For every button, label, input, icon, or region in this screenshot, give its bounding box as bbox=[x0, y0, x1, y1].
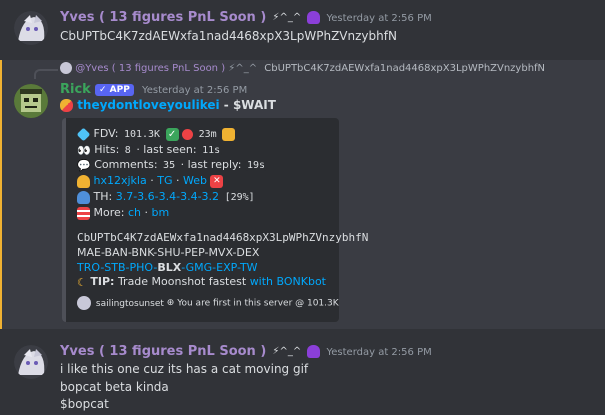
avatar-yves[interactable] bbox=[14, 11, 48, 45]
author-name[interactable]: Yves ( 13 figures PnL Soon ) bbox=[60, 10, 266, 25]
headline-separator: - bbox=[219, 98, 233, 112]
platform-links-2[interactable]: TRO-STB-PHO-BLX-GMG-EXP-TW bbox=[77, 261, 258, 274]
barrier-icon bbox=[77, 206, 90, 220]
platform-links-2c[interactable]: -GMG-EXP-TW bbox=[181, 261, 257, 274]
th-row: TH: 3.7-3.6-3.4-3.4-3.2 [29%] bbox=[77, 190, 257, 204]
reply-content: CbUPTbC4K7zdAEWxfa1nad4468xpX3LpWPhZVnzy… bbox=[264, 63, 546, 74]
comments-row: 💬 Comments: 35 · last reply: 19s bbox=[77, 158, 267, 172]
hits-value: 8 bbox=[122, 145, 133, 156]
checkmark-icon: ✓ bbox=[165, 127, 179, 141]
reply-spine bbox=[34, 69, 58, 79]
hits-label: Hits: bbox=[94, 143, 120, 156]
alarm-clock-icon bbox=[182, 128, 194, 140]
th-percent: [29%] bbox=[222, 192, 257, 203]
timestamp[interactable]: Yesterday at 2:56 PM bbox=[326, 347, 431, 358]
footer-avatar bbox=[77, 296, 91, 310]
last-seen-label: · last seen: bbox=[136, 143, 197, 156]
diamond-icon bbox=[76, 127, 91, 141]
tip-label: TIP: bbox=[90, 275, 115, 288]
dev-link[interactable]: hx12xjkla bbox=[94, 174, 147, 187]
reply-avatar bbox=[60, 62, 72, 74]
author-tag: ⚡^_^ bbox=[272, 346, 302, 357]
author-name[interactable]: Rick bbox=[60, 82, 91, 97]
embed-footer: sailingtosunset ⊕ You are first in this … bbox=[77, 296, 339, 310]
th-values[interactable]: 3.7-3.6-3.4-3.4-3.2 bbox=[116, 190, 219, 203]
timestamp[interactable]: Yesterday at 2:56 PM bbox=[326, 13, 431, 24]
more-row: More: ch · bm bbox=[77, 206, 169, 220]
comments-label: Comments: bbox=[94, 158, 158, 171]
eyes-icon: 👀 bbox=[77, 143, 91, 157]
reply-author[interactable]: @Yves ( 13 figures PnL Soon ) bbox=[75, 63, 225, 74]
person-icon bbox=[77, 174, 90, 188]
avatar-yves-image bbox=[14, 345, 48, 379]
bot-embed: FDV: 101.3K ✓ 23m 👀 Hits: 8 · last seen:… bbox=[62, 118, 368, 322]
token-ticker: $WAIT bbox=[232, 98, 276, 112]
fdv-value: 101.3K bbox=[121, 129, 163, 140]
tip-text: Trade Moonshot fastest bbox=[117, 275, 247, 288]
platform-links-1[interactable]: MAE-BAN-BNK-SHU-PEP-MVX-DEX bbox=[77, 246, 259, 259]
reply-preview[interactable]: @Yves ( 13 figures PnL Soon ) ⚡^_^ CbUPT… bbox=[60, 62, 545, 74]
avatar-rick-image bbox=[14, 84, 48, 118]
timestamp[interactable]: Yesterday at 2:56 PM bbox=[142, 85, 247, 96]
author-name[interactable]: Yves ( 13 figures PnL Soon ) bbox=[60, 344, 266, 359]
platform-blx[interactable]: BLX bbox=[157, 261, 181, 274]
web-link[interactable]: Web bbox=[183, 174, 207, 187]
message-content: CbUPTbC4K7zdAEWxfa1nad4468xpX3LpWPhZVnzy… bbox=[60, 29, 397, 43]
people-icon bbox=[77, 190, 90, 204]
author-tag: ⚡^_^ bbox=[272, 12, 302, 23]
no-entry-icon: ✕ bbox=[210, 174, 224, 188]
th-label: TH: bbox=[93, 190, 113, 203]
message-yves-2: Yves ( 13 figures PnL Soon ) ⚡^_^ Yester… bbox=[0, 334, 605, 415]
avatar-rick[interactable] bbox=[14, 84, 48, 118]
bonkbot-link[interactable]: with BONKbot bbox=[250, 275, 326, 288]
wave-icon: ⊕ bbox=[166, 298, 175, 308]
token-link[interactable]: theydontloveyoulikei bbox=[77, 98, 219, 112]
age-value: 23m bbox=[196, 129, 219, 140]
message-line-2: bopcat beta kinda bbox=[60, 380, 169, 394]
tip-row: ☾ TIP: Trade Moonshot fastest with BONKb… bbox=[77, 275, 326, 289]
ch-link[interactable]: ch bbox=[128, 206, 141, 219]
comments-value: 35 bbox=[161, 160, 178, 171]
fdv-row: FDV: 101.3K ✓ 23m bbox=[76, 127, 236, 141]
moon-icon: ☾ bbox=[77, 275, 87, 289]
message-line-3: $bopcat bbox=[60, 397, 109, 411]
tg-link[interactable]: TG bbox=[157, 174, 172, 187]
more-label: More: bbox=[93, 206, 125, 219]
footer-text: You are first in this server @ 101.3K bbox=[177, 298, 339, 309]
last-reply-label: · last reply: bbox=[180, 158, 242, 171]
bm-link[interactable]: bm bbox=[152, 206, 170, 219]
app-badge: ✓ APP bbox=[94, 83, 134, 96]
reply-tag: ⚡^_^ bbox=[228, 63, 258, 74]
message-yves-1: Yves ( 13 figures PnL Soon ) ⚡^_^ Yester… bbox=[0, 0, 605, 55]
dev-row: hx12xjkla · TG · Web ✕ bbox=[77, 174, 224, 188]
last-reply-value: 19s bbox=[244, 160, 267, 171]
avatar-yves[interactable] bbox=[14, 345, 48, 379]
pill-icon bbox=[60, 99, 73, 112]
speech-bubble-icon: 💬 bbox=[77, 158, 91, 172]
crown-icon bbox=[222, 127, 236, 141]
footer-user: sailingtosunset bbox=[95, 298, 164, 309]
fdv-label: FDV: bbox=[93, 127, 119, 140]
among-us-icon bbox=[307, 345, 321, 358]
last-seen-value: 11s bbox=[200, 145, 223, 156]
avatar-yves-image bbox=[14, 11, 48, 45]
message-line-1: i like this one cuz its has a cat moving… bbox=[60, 362, 309, 376]
contract-address[interactable]: CbUPTbC4K7zdAEWxfa1nad4468xpX3LpWPhZVnzy… bbox=[77, 231, 368, 244]
platform-links-2a[interactable]: TRO-STB-PHO- bbox=[77, 261, 157, 274]
among-us-icon bbox=[307, 11, 321, 24]
hits-row: 👀 Hits: 8 · last seen: 11s bbox=[77, 143, 223, 157]
